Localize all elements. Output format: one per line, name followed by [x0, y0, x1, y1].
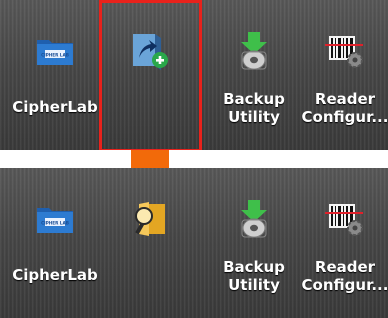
tile-label: CipherLab [12, 98, 98, 116]
file-explorer-tile[interactable] [102, 168, 196, 318]
folder-search-icon [135, 202, 165, 236]
backup-utility-icon [241, 32, 267, 70]
cipherlab-folder-icon: CIPHER LAB [37, 208, 73, 233]
cipherlab-tile[interactable]: CIPHER LAB CipherLab [8, 168, 102, 318]
backup-utility-icon [241, 200, 267, 238]
cipherlab-tile[interactable]: CIPHER LAB CipherLab [8, 0, 102, 150]
tile-label: Backup Utility [223, 90, 285, 126]
backup-utility-tile[interactable]: Backup Utility [207, 168, 301, 318]
selection-highlight [99, 0, 202, 150]
reader-config-icon [325, 36, 363, 68]
tile-label: Backup Utility [223, 258, 285, 294]
backup-utility-tile[interactable]: Backup Utility [207, 0, 301, 150]
reader-config-tile[interactable]: Reader Configur... [298, 0, 388, 150]
tile-label: Reader Configur... [301, 258, 388, 294]
tile-label: CipherLab [12, 266, 98, 284]
cipherlab-folder-icon: CIPHER LAB [37, 40, 73, 65]
reader-config-icon [325, 204, 363, 236]
cipherlab-badge: CIPHER LAB [41, 221, 69, 226]
reader-config-tile[interactable]: Reader Configur... [298, 168, 388, 318]
desktop-panel-after: CIPHER LAB CipherLab Backup Utility Read… [0, 168, 388, 318]
desktop-panel-before: CIPHER LAB CipherLab Backup Utility Read… [0, 0, 388, 150]
tile-label: Reader Configur... [301, 90, 388, 126]
cipherlab-badge: CIPHER LAB [41, 53, 69, 58]
